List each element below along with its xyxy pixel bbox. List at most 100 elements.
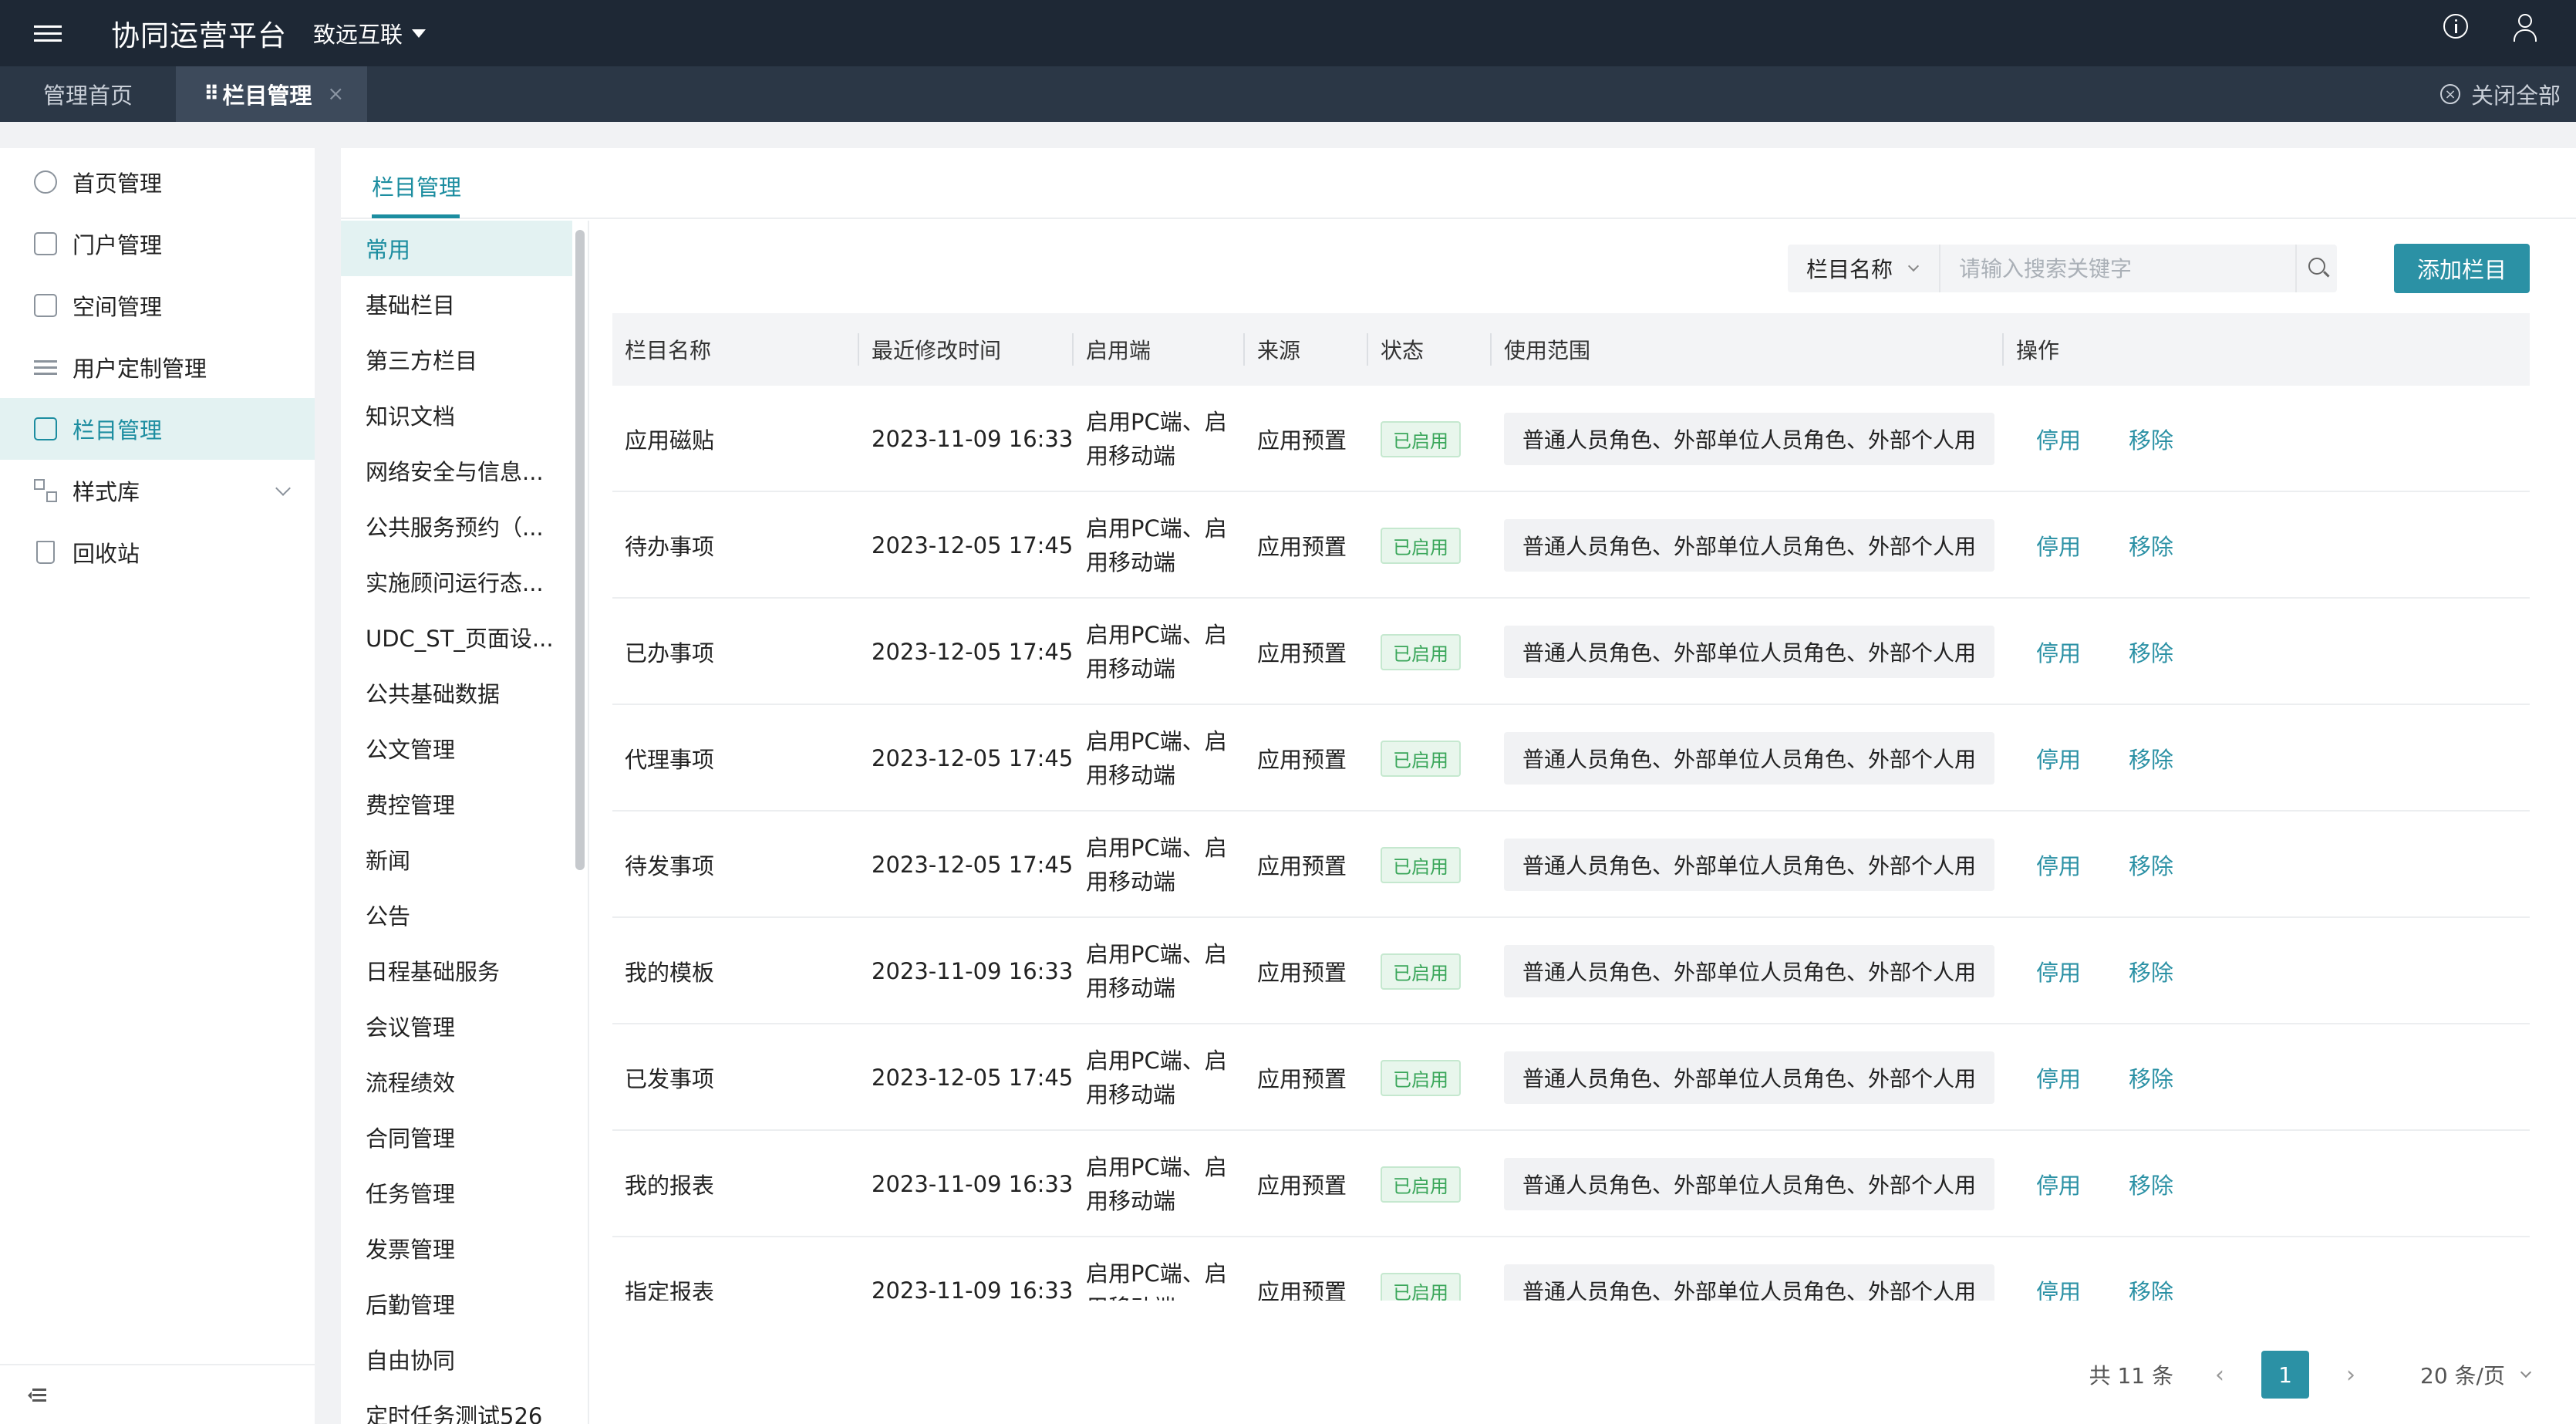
search-icon[interactable]	[2294, 245, 2337, 292]
col-header-client: 启用端	[1086, 338, 1151, 363]
remove-link[interactable]: 移除	[2129, 742, 2173, 774]
category-item[interactable]: 后勤管理	[341, 1276, 572, 1331]
category-item[interactable]: 常用	[341, 221, 572, 276]
category-item[interactable]: 基础栏目	[341, 276, 572, 332]
toolbar: 栏目名称 添加栏目	[1787, 244, 2530, 293]
category-item[interactable]: 会议管理	[341, 998, 572, 1054]
collapse-sidebar-icon[interactable]	[28, 1389, 46, 1402]
disable-link[interactable]: 停用	[2036, 1274, 2081, 1301]
cell-scope: 普通人员角色、外部单位人员角色、外部个人用	[1504, 519, 1995, 572]
sidebar-item-home-management[interactable]: 首页管理	[0, 151, 315, 213]
table-row: 我的模板 2023-11-09 16:33 启用PC端、启用移动端 应用预置 已启用 普通…	[612, 918, 2530, 1024]
cell-time: 2023-12-05 17:45	[872, 639, 1074, 665]
cell-scope: 普通人员角色、外部单位人员角色、外部个人用	[1504, 1158, 1995, 1210]
tab-home[interactable]: 管理首页	[0, 66, 176, 122]
table-row: 指定报表 2023-11-09 16:33 启用PC端、启用移动端 应用预置 已启用 普通…	[612, 1237, 2530, 1301]
category-item[interactable]: 费控管理	[341, 776, 572, 832]
category-item[interactable]: 日程基础服务	[341, 943, 572, 998]
cell-client: 启用PC端、启用移动端	[1086, 1260, 1227, 1301]
chevron-right-icon[interactable]: ›	[2335, 1362, 2366, 1389]
main-tabs: 栏目管理	[341, 148, 2576, 219]
category-item[interactable]: 公共服务预约（...	[341, 498, 572, 554]
sidebar-item-user-custom-management[interactable]: 用户定制管理	[0, 336, 315, 398]
status-badge: 已启用	[1381, 740, 1461, 777]
cell-name: 已发事项	[625, 1066, 715, 1092]
sidebar-item-column-management[interactable]: 栏目管理	[0, 398, 315, 460]
category-item[interactable]: 知识文档	[341, 387, 572, 443]
category-scrollbar[interactable]	[575, 230, 585, 870]
search-field-label: 栏目名称	[1806, 257, 1893, 282]
main-panel: 栏目管理 常用 基础栏目 第三方栏目 知识文档 网络安全与信息... 公共服务预约（...…	[341, 148, 2576, 1424]
add-column-button[interactable]: 添加栏目	[2393, 244, 2530, 293]
category-item[interactable]: 实施顾问运行态...	[341, 554, 572, 609]
column-table: 栏目名称 最近修改时间 启用端 来源 状态 使用范围 操作 应用磁贴 2023-1…	[612, 313, 2530, 1301]
remove-link[interactable]: 移除	[2129, 529, 2173, 562]
status-badge: 已启用	[1381, 420, 1461, 457]
remove-link[interactable]: 移除	[2129, 955, 2173, 987]
sidebar-item-recycle-bin[interactable]: 回收站	[0, 521, 315, 583]
content-area: 栏目名称 添加栏目 栏目名称 最近修改时间 启用端 来源 状态 使用范围	[589, 221, 2576, 1424]
tab-label: 栏目管理	[222, 83, 312, 109]
cell-time: 2023-12-05 17:45	[872, 852, 1074, 878]
category-item[interactable]: 任务管理	[341, 1165, 572, 1220]
category-item[interactable]: 发票管理	[341, 1220, 572, 1276]
category-item[interactable]: 网络安全与信息...	[341, 443, 572, 498]
table-row: 已发事项 2023-12-05 17:45 启用PC端、启用移动端 应用预置 已启用 普通…	[612, 1024, 2530, 1131]
table-row: 应用磁贴 2023-11-09 16:33 启用PC端、启用移动端 应用预置 已启用 普通…	[612, 386, 2530, 492]
disable-link[interactable]: 停用	[2036, 529, 2081, 562]
category-item[interactable]: 公共基础数据	[341, 665, 572, 720]
tab-column-management[interactable]: ⠿ 栏目管理 ×	[176, 66, 368, 122]
status-badge: 已启用	[1381, 1166, 1461, 1203]
remove-link[interactable]: 移除	[2129, 636, 2173, 668]
tab-label: 管理首页	[43, 83, 133, 109]
category-item[interactable]: 新闻	[341, 832, 572, 887]
info-icon[interactable]	[2443, 14, 2468, 39]
remove-link[interactable]: 移除	[2129, 423, 2173, 455]
col-header-operation: 操作	[2016, 338, 2060, 363]
table-row: 已办事项 2023-12-05 17:45 启用PC端、启用移动端 应用预置 已启用 普通…	[612, 599, 2530, 705]
disable-link[interactable]: 停用	[2036, 955, 2081, 987]
sidebar-item-style-library[interactable]: 样式库	[0, 460, 315, 521]
category-item[interactable]: 定时任务测试526	[341, 1387, 572, 1424]
category-list: 常用 基础栏目 第三方栏目 知识文档 网络安全与信息... 公共服务预约（... 实施顾问运…	[341, 221, 589, 1424]
sidebar-item-label: 门户管理	[72, 232, 163, 258]
page-button-1[interactable]: 1	[2261, 1351, 2310, 1399]
chevron-left-icon[interactable]: ‹	[2204, 1362, 2235, 1389]
sidebar-item-portal-management[interactable]: 门户管理	[0, 213, 315, 275]
disable-link[interactable]: 停用	[2036, 1168, 2081, 1200]
disable-link[interactable]: 停用	[2036, 423, 2081, 455]
trash-icon	[36, 541, 55, 564]
org-select[interactable]: 致远互联	[313, 17, 427, 49]
search-field-select[interactable]: 栏目名称	[1788, 245, 1940, 292]
disable-link[interactable]: 停用	[2036, 849, 2081, 881]
close-all-button[interactable]: × 关闭全部	[2439, 66, 2561, 122]
remove-link[interactable]: 移除	[2129, 1168, 2173, 1200]
user-icon[interactable]	[2511, 14, 2537, 42]
category-item[interactable]: 合同管理	[341, 1109, 572, 1165]
category-item[interactable]: UDC_ST_页面设...	[341, 609, 572, 665]
menu-icon[interactable]	[34, 22, 62, 44]
sidebar-footer	[0, 1364, 315, 1424]
sidebar-item-space-management[interactable]: 空间管理	[0, 275, 315, 336]
disable-link[interactable]: 停用	[2036, 636, 2081, 668]
category-item[interactable]: 流程绩效	[341, 1054, 572, 1109]
cell-source: 应用预置	[1257, 1279, 1347, 1301]
remove-link[interactable]: 移除	[2129, 849, 2173, 881]
cell-source: 应用预置	[1257, 747, 1347, 773]
category-item[interactable]: 自由协同	[341, 1331, 572, 1387]
chevron-down-icon	[1907, 260, 1920, 272]
table-row: 我的报表 2023-11-09 16:33 启用PC端、启用移动端 应用预置 已启用 普通…	[612, 1131, 2530, 1237]
tab-column-management-inner[interactable]: 栏目管理	[372, 170, 461, 202]
disable-link[interactable]: 停用	[2036, 742, 2081, 774]
cell-time: 2023-11-09 16:33	[872, 958, 1074, 984]
category-item[interactable]: 公文管理	[341, 720, 572, 776]
page-size-select[interactable]: 20 条/页	[2420, 1359, 2532, 1390]
close-icon[interactable]: ×	[327, 83, 344, 106]
cell-client: 启用PC端、启用移动端	[1086, 1154, 1227, 1214]
category-item[interactable]: 第三方栏目	[341, 332, 572, 387]
remove-link[interactable]: 移除	[2129, 1274, 2173, 1301]
remove-link[interactable]: 移除	[2129, 1061, 2173, 1094]
disable-link[interactable]: 停用	[2036, 1061, 2081, 1094]
category-item[interactable]: 公告	[341, 887, 572, 943]
search-input[interactable]	[1940, 245, 2295, 292]
